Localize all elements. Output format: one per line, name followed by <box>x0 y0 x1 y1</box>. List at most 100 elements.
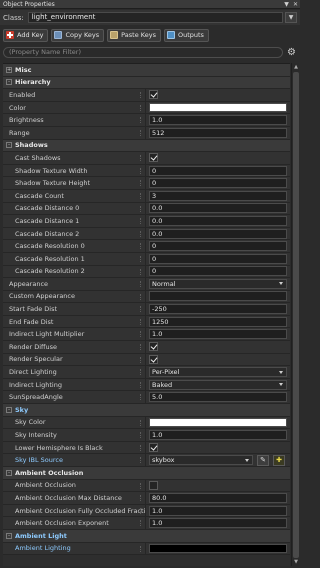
property-row-shadow-texture-height[interactable]: Shadow Texture Height 0 <box>3 177 290 190</box>
column-splitter[interactable] <box>140 444 141 451</box>
color-swatch[interactable] <box>149 543 287 553</box>
value-field[interactable]: 1.0 <box>149 430 287 441</box>
property-row-sky-intensity[interactable]: Sky Intensity 1.0 <box>3 429 290 442</box>
column-splitter[interactable] <box>140 356 141 363</box>
outputs-button[interactable]: Outputs <box>163 28 209 42</box>
column-splitter[interactable] <box>140 117 141 124</box>
category-misc[interactable]: + Misc <box>3 64 290 77</box>
column-splitter[interactable] <box>140 205 141 212</box>
column-splitter[interactable] <box>140 167 141 174</box>
property-row-color[interactable]: Color <box>3 101 290 115</box>
category-shadows[interactable]: - Shadows <box>3 139 290 153</box>
class-dropdown-button[interactable]: ▼ <box>285 12 297 23</box>
collapse-icon[interactable]: - <box>6 532 12 539</box>
value-field[interactable] <box>149 291 287 302</box>
category-header[interactable]: - Ambient Occlusion <box>3 467 290 479</box>
scrollbar[interactable]: ▲ ▼ <box>291 63 299 566</box>
property-row-end-fade-dist[interactable]: End Fade Dist 1250 <box>3 315 290 329</box>
column-splitter[interactable] <box>140 180 141 187</box>
pin-icon[interactable]: ▼ <box>282 1 291 8</box>
value-field[interactable]: 80.0 <box>149 492 287 503</box>
checkbox[interactable] <box>149 480 158 490</box>
property-row-render-specular[interactable]: Render Specular <box>3 353 290 367</box>
value-field[interactable]: 0 <box>149 165 287 176</box>
copy-keys-button[interactable]: Copy Keys <box>51 28 105 42</box>
value-field[interactable]: 512 <box>149 127 287 138</box>
column-splitter[interactable] <box>140 482 141 489</box>
category-ambient-light[interactable]: - Ambient Light <box>3 529 290 543</box>
property-row-ambient-occlusion[interactable]: Ambient Occlusion <box>3 479 290 493</box>
property-row-lower-hemisphere-is-black[interactable]: Lower Hemisphere Is Black <box>3 441 290 455</box>
property-row-cascade-count[interactable]: Cascade Count 3 <box>3 189 290 203</box>
property-row-sky-ibl-source[interactable]: Sky IBL Source skybox ✎ ✚ <box>3 454 290 467</box>
column-splitter[interactable] <box>140 369 141 376</box>
value-field[interactable]: 1.0 <box>149 518 287 529</box>
column-splitter[interactable] <box>140 507 141 514</box>
value-field[interactable]: 1.0 <box>149 505 287 516</box>
property-row-brightness[interactable]: Brightness 1.0 <box>3 114 290 127</box>
dropdown-select[interactable]: Normal <box>149 278 287 289</box>
property-row-cast-shadows[interactable]: Cast Shadows <box>3 152 290 165</box>
expand-icon[interactable]: + <box>6 66 12 73</box>
column-splitter[interactable] <box>140 230 141 237</box>
property-row-ambient-occlusion-exponent[interactable]: Ambient Occlusion Exponent 1.0 <box>3 517 290 530</box>
entity-picker-icon[interactable]: ✚ <box>273 454 285 466</box>
column-splitter[interactable] <box>140 344 141 351</box>
property-row-indirect-lighting[interactable]: Indirect Lighting Baked <box>3 378 290 392</box>
value-field[interactable]: 0 <box>149 178 287 189</box>
category-sky[interactable]: - Sky <box>3 404 290 417</box>
dropdown-select[interactable]: Baked <box>149 379 287 390</box>
checkbox[interactable] <box>149 153 158 163</box>
category-hierarchy[interactable]: - Hierarchy <box>3 76 290 90</box>
color-swatch[interactable] <box>149 103 287 113</box>
column-splitter[interactable] <box>140 545 141 552</box>
collapse-icon[interactable]: - <box>6 79 12 86</box>
property-row-cascade-distance-2[interactable]: Cascade Distance 2 0.0 <box>3 227 290 241</box>
scroll-up-icon[interactable]: ▲ <box>292 63 300 71</box>
value-field[interactable]: 1.0 <box>149 115 287 126</box>
checkbox[interactable] <box>149 342 158 352</box>
property-filter-input[interactable]: (Property Name Filter) <box>3 46 283 58</box>
checkbox[interactable] <box>149 443 158 453</box>
property-row-shadow-texture-width[interactable]: Shadow Texture Width 0 <box>3 164 290 178</box>
property-row-direct-lighting[interactable]: Direct Lighting Per-Pixel <box>3 366 290 379</box>
column-splitter[interactable] <box>140 495 141 502</box>
column-splitter[interactable] <box>140 155 141 162</box>
property-row-cascade-distance-1[interactable]: Cascade Distance 1 0.0 <box>3 215 290 228</box>
value-field[interactable]: 0.0 <box>149 215 287 226</box>
value-field[interactable]: 0 <box>149 266 287 277</box>
column-splitter[interactable] <box>140 192 141 199</box>
column-splitter[interactable] <box>140 331 141 338</box>
scroll-down-icon[interactable]: ▼ <box>292 558 300 566</box>
property-row-start-fade-dist[interactable]: Start Fade Dist -250 <box>3 303 290 316</box>
column-splitter[interactable] <box>140 381 141 388</box>
column-splitter[interactable] <box>140 281 141 288</box>
collapse-icon[interactable]: - <box>6 142 12 149</box>
category-header[interactable]: - Shadows <box>3 140 290 152</box>
scroll-thumb[interactable] <box>293 72 299 558</box>
column-splitter[interactable] <box>140 419 141 426</box>
color-swatch[interactable] <box>149 417 287 427</box>
property-row-appearance[interactable]: Appearance Normal <box>3 278 290 291</box>
category-header[interactable]: - Ambient Light <box>3 530 290 542</box>
column-splitter[interactable] <box>140 457 141 464</box>
category-header[interactable]: - Hierarchy <box>3 77 290 89</box>
property-row-custom-appearance[interactable]: Custom Appearance <box>3 290 290 304</box>
category-header[interactable]: + Misc <box>3 64 290 76</box>
column-splitter[interactable] <box>140 129 141 136</box>
value-field[interactable]: -250 <box>149 304 287 315</box>
property-row-cascade-resolution-1[interactable]: Cascade Resolution 1 0 <box>3 252 290 266</box>
gear-icon[interactable]: ⚙ <box>286 47 297 58</box>
property-row-indirect-light-multiplier[interactable]: Indirect Light Multiplier 1.0 <box>3 328 290 342</box>
dropdown-select[interactable]: Per-Pixel <box>149 367 287 378</box>
property-row-ambient-lighting[interactable]: Ambient Lighting <box>3 542 290 556</box>
property-row-cascade-resolution-2[interactable]: Cascade Resolution 2 0 <box>3 265 290 279</box>
column-splitter[interactable] <box>140 243 141 250</box>
property-row-cascade-distance-0[interactable]: Cascade Distance 0 0.0 <box>3 202 290 216</box>
property-row-ambient-occlusion-max-distance[interactable]: Ambient Occlusion Max Distance 80.0 <box>3 492 290 505</box>
column-splitter[interactable] <box>140 92 141 99</box>
column-splitter[interactable] <box>140 255 141 262</box>
column-splitter[interactable] <box>140 432 141 439</box>
collapse-icon[interactable]: - <box>6 406 12 413</box>
collapse-icon[interactable]: - <box>6 469 12 476</box>
